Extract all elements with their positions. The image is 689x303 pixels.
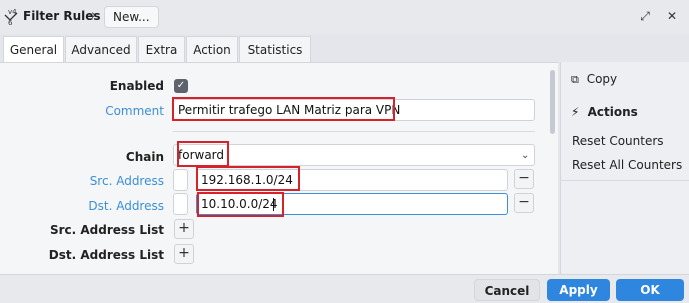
comment-label: Comment — [105, 104, 164, 118]
title-bar: v4 6 Filter Rules › New... ⤢ ✕ — [0, 0, 689, 34]
tab-bar: General Advanced Extra Action Statistics — [0, 36, 689, 62]
chain-label: Chain — [125, 150, 164, 164]
general-form-panel — [0, 62, 558, 274]
tab-general[interactable]: General — [3, 36, 64, 62]
dst-address-input[interactable]: 10.10.0.0/24 — [196, 193, 508, 215]
scrollbar-thumb[interactable] — [550, 70, 555, 134]
tab-advanced[interactable]: Advanced — [65, 36, 137, 62]
text-cursor — [273, 198, 274, 211]
ok-button[interactable]: OK — [616, 279, 684, 301]
enabled-checkbox[interactable]: ✓ — [174, 79, 188, 93]
expand-icon[interactable]: ⤢ — [637, 8, 653, 24]
comment-input[interactable]: Permitir trafego LAN Matriz para VPN — [173, 99, 535, 121]
lightning-icon: ⚡ — [571, 105, 580, 119]
src-address-negate-checkbox[interactable] — [173, 169, 188, 191]
dst-address-negate-checkbox[interactable] — [173, 193, 188, 215]
breadcrumb-separator-icon: › — [91, 8, 97, 23]
dst-address-list-label: Dst. Address List — [48, 248, 164, 262]
src-address-input[interactable]: 192.168.1.0/24 — [196, 169, 508, 191]
tab-statistics[interactable]: Statistics — [239, 36, 311, 62]
src-address-list-label: Src. Address List — [49, 223, 164, 237]
actions-label: Actions — [587, 105, 638, 119]
copy-label: Copy — [586, 72, 618, 86]
breadcrumb-new-item[interactable]: New... — [104, 6, 159, 28]
src-address-label: Src. Address — [89, 174, 164, 188]
src-address-remove-button[interactable]: − — [514, 169, 534, 189]
chain-select[interactable]: forward — [173, 144, 535, 166]
cancel-button[interactable]: Cancel — [474, 279, 540, 301]
src-address-list-add-button[interactable]: + — [174, 219, 194, 239]
dst-address-list-add-button[interactable]: + — [174, 244, 194, 264]
chevron-down-icon[interactable]: ⌄ — [521, 150, 529, 161]
tab-action[interactable]: Action — [186, 36, 238, 62]
reset-all-counters-button[interactable]: Reset All Counters — [572, 158, 682, 172]
dst-address-remove-button[interactable]: − — [514, 193, 534, 213]
side-panel-divider — [560, 180, 689, 181]
section-divider — [173, 131, 535, 132]
close-icon[interactable]: ✕ — [664, 8, 680, 24]
copy-icon: ⧉ — [571, 73, 579, 86]
filter-rules-icon: v4 6 — [4, 8, 18, 26]
actions-header: ⚡ Actions — [571, 105, 638, 119]
apply-button[interactable]: Apply — [547, 279, 610, 301]
svg-text:6: 6 — [8, 19, 13, 26]
tab-extra[interactable]: Extra — [138, 36, 185, 62]
reset-counters-button[interactable]: Reset Counters — [572, 134, 664, 148]
window-title: Filter Rules — [23, 9, 101, 23]
enabled-label: Enabled — [109, 79, 164, 93]
copy-button[interactable]: ⧉ Copy — [571, 72, 617, 87]
dst-address-label: Dst. Address — [88, 199, 164, 213]
